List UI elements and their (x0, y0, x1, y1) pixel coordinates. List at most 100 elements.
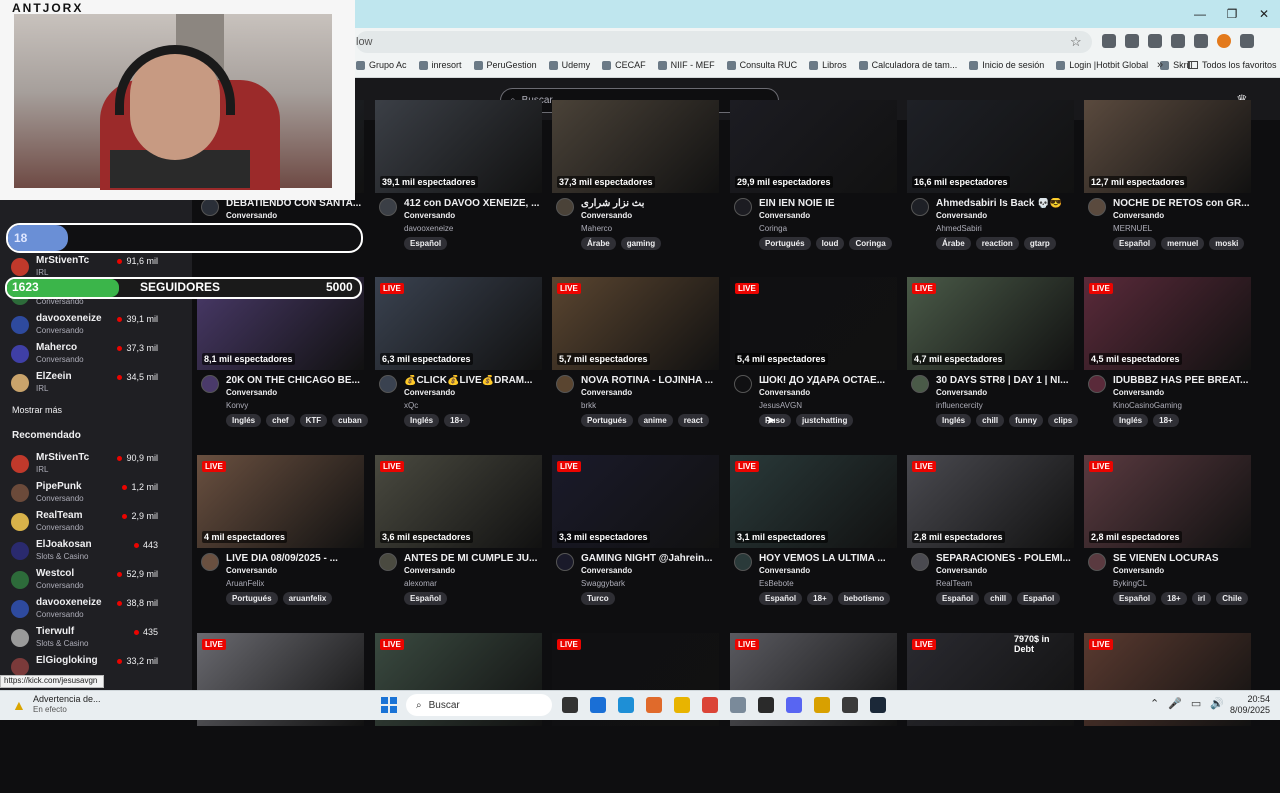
stream-card[interactable]: LIVE 2,8 mil espectadores SEPARACIONES - P… (907, 455, 1074, 615)
stream-card[interactable]: LIVE 4 mil espectadores LIVE DIA 08/09/202… (197, 455, 364, 615)
tag-chip[interactable]: Turco (581, 592, 615, 605)
taskbar-app-icon[interactable] (814, 697, 830, 713)
minimize-button[interactable]: — (1184, 0, 1216, 28)
channel-avatar[interactable] (734, 553, 752, 571)
tag-chip[interactable]: funny (1009, 414, 1043, 427)
channel-avatar[interactable] (556, 553, 574, 571)
channel-avatar[interactable] (201, 553, 219, 571)
taskbar-clock[interactable]: 20:54 8/09/2025 (1226, 694, 1270, 716)
sidebar-channel[interactable]: davooxeneize Conversando 38,8 mil (0, 594, 192, 624)
tag-chip[interactable]: mernuel (1161, 237, 1205, 250)
sidebar-channel[interactable]: MrStivenTc IRL 90,9 mil (0, 449, 192, 479)
playlist-icon[interactable] (1194, 34, 1208, 48)
stream-card[interactable]: LIVE 4,7 mil espectadores 30 DAYS STR8 | D… (907, 277, 1079, 437)
tag-chip[interactable]: Portugués (759, 237, 811, 250)
stream-card[interactable]: LIVE 5,4 mil espectadores ШОК! ДО УДАРА ОС… (730, 277, 897, 437)
stream-card[interactable]: 16,6 mil espectadores Ahmedsabiri Is Back… (907, 100, 1074, 260)
stream-card[interactable]: LIVE 2,8 mil espectadores SE VIENEN LOCURA… (1084, 455, 1251, 615)
stream-title[interactable]: IDUBBBZ HAS PEE BREAT... (1113, 375, 1251, 386)
tag-chip[interactable]: Español (936, 592, 980, 605)
tag-chip[interactable]: Portugués (581, 414, 633, 427)
taskbar-app-icon[interactable] (786, 697, 802, 713)
taskbar-app-icon[interactable] (590, 697, 606, 713)
puzzle-icon[interactable] (1171, 34, 1185, 48)
stream-card[interactable]: LIVE 5,7 mil espectadores NOVA ROTINA - LO… (552, 277, 719, 437)
tag-chip[interactable]: Español (404, 592, 448, 605)
stream-title[interactable]: 💰CLICK💰LIVE💰DRAM... (404, 375, 542, 386)
stream-card[interactable]: LIVE 4,5 mil espectadores IDUBBBZ HAS PEE … (1084, 277, 1251, 437)
stream-category[interactable]: Conversando (226, 566, 277, 575)
stream-title[interactable]: SE VIENEN LOCURAS (1113, 553, 1251, 564)
stream-category[interactable]: Conversando (404, 388, 455, 397)
tag-chip[interactable]: gaming (620, 237, 662, 250)
tag-chip[interactable]: Inglés (404, 414, 440, 427)
stream-title[interactable]: SEPARACIONES - POLEMI... (936, 553, 1074, 564)
tag-chip[interactable]: cuban (332, 414, 368, 427)
channel-avatar[interactable] (1088, 375, 1106, 393)
stream-card[interactable]: LIVE 3,3 mil espectadores GAMING NIGHT @Ja… (552, 455, 719, 615)
stream-title[interactable]: NOCHE DE RETOS con GR... (1113, 198, 1251, 209)
channel-name[interactable]: RealTeam (936, 579, 972, 588)
bookmark-item[interactable]: CECAF (602, 60, 646, 70)
tag-chip[interactable]: chill (984, 592, 1013, 605)
channel-name[interactable]: xQc (404, 401, 418, 410)
channel-name[interactable]: influencercity (936, 401, 983, 410)
taskbar-app-icon[interactable] (870, 697, 886, 713)
bookmark-item[interactable]: Consulta RUC (726, 60, 797, 70)
stream-category[interactable]: Conversando (759, 566, 810, 575)
taskbar-search[interactable]: ⌕ Buscar (406, 694, 552, 716)
stream-title[interactable]: EIN IEN NOIE IE (759, 198, 897, 209)
sidebar-channel[interactable]: ElJoakosan Slots & Casino 443 (0, 536, 192, 566)
tag-chip[interactable]: Portugués (226, 592, 278, 605)
microphone-icon[interactable]: 🎤 (1168, 697, 1182, 710)
bookmark-item[interactable]: Libros (809, 60, 847, 70)
bookmark-star-icon[interactable]: ☆ (1070, 34, 1082, 50)
tag-chip[interactable]: loud (815, 237, 845, 250)
stream-category[interactable]: Conversando (936, 566, 987, 575)
stream-card[interactable]: 39,1 mil espectadores 412 con DAVOO XENEI… (375, 100, 542, 260)
profile-avatar[interactable] (1217, 34, 1231, 48)
windows-start-icon[interactable] (381, 697, 397, 713)
sidebar-channel[interactable]: PipePunk Conversando 1,2 mil (0, 478, 192, 508)
tag-chip[interactable]: 18+ (1153, 414, 1179, 427)
tag-chip[interactable]: react (677, 414, 709, 427)
tag-chip[interactable]: moski (1209, 237, 1245, 250)
tag-chip[interactable]: clips (1047, 414, 1079, 427)
channel-avatar[interactable] (556, 198, 574, 216)
channel-name[interactable]: AruanFelix (226, 579, 264, 588)
tag-chip[interactable]: reaction (975, 237, 1019, 250)
stream-title[interactable]: 20K ON THE CHICAGO BE... (226, 375, 364, 386)
tag-chip[interactable]: Coringa (849, 237, 892, 250)
maximize-button[interactable]: ❐ (1216, 0, 1248, 28)
channel-name[interactable]: brkk (581, 401, 596, 410)
taskbar-app-icon[interactable] (562, 697, 578, 713)
channel-avatar[interactable] (1088, 198, 1106, 216)
extension-icon[interactable] (1102, 34, 1116, 48)
tag-chip[interactable]: Español (759, 592, 803, 605)
channel-avatar[interactable] (201, 198, 219, 216)
stream-title[interactable]: 412 con DAVOO XENEIZE, ... (404, 198, 542, 209)
sidebar-channel[interactable]: RealTeam Conversando 2,9 mil (0, 507, 192, 537)
tag-chip[interactable]: bebotismo (837, 592, 891, 605)
stream-card[interactable]: LIVE 3,1 mil espectadores HOY VEMOS LA ULT… (730, 455, 897, 615)
stream-category[interactable]: Conversando (404, 566, 455, 575)
channel-name[interactable]: AhmedSabiri (936, 224, 982, 233)
tag-chip[interactable]: Árabe (936, 237, 971, 250)
channel-name[interactable]: Maherco (581, 224, 612, 233)
channel-name[interactable]: KinoCasinoGaming (1113, 401, 1182, 410)
tag-chip[interactable]: gtarp (1023, 237, 1056, 250)
tag-chip[interactable]: Español (1017, 592, 1061, 605)
taskbar-app-icon[interactable] (758, 697, 774, 713)
bookmark-item[interactable]: NIIF - MEF (657, 60, 715, 70)
channel-name[interactable]: davooxeneize (404, 224, 453, 233)
tag-chip[interactable]: Español (1113, 592, 1157, 605)
warning-icon[interactable]: ▲ (12, 697, 26, 713)
channel-name[interactable]: BykingCL (1113, 579, 1147, 588)
taskbar-app-icon[interactable] (730, 697, 746, 713)
stream-title[interactable]: ANTES DE MI CUMPLE JU... (404, 553, 542, 564)
warning-title[interactable]: Advertencia de... (33, 694, 101, 704)
tag-chip[interactable]: Inglés (936, 414, 972, 427)
taskbar-app-icon[interactable] (618, 697, 634, 713)
stream-title[interactable]: بث نزار شرارى (581, 198, 719, 209)
channel-name[interactable]: EsBebote (759, 579, 794, 588)
